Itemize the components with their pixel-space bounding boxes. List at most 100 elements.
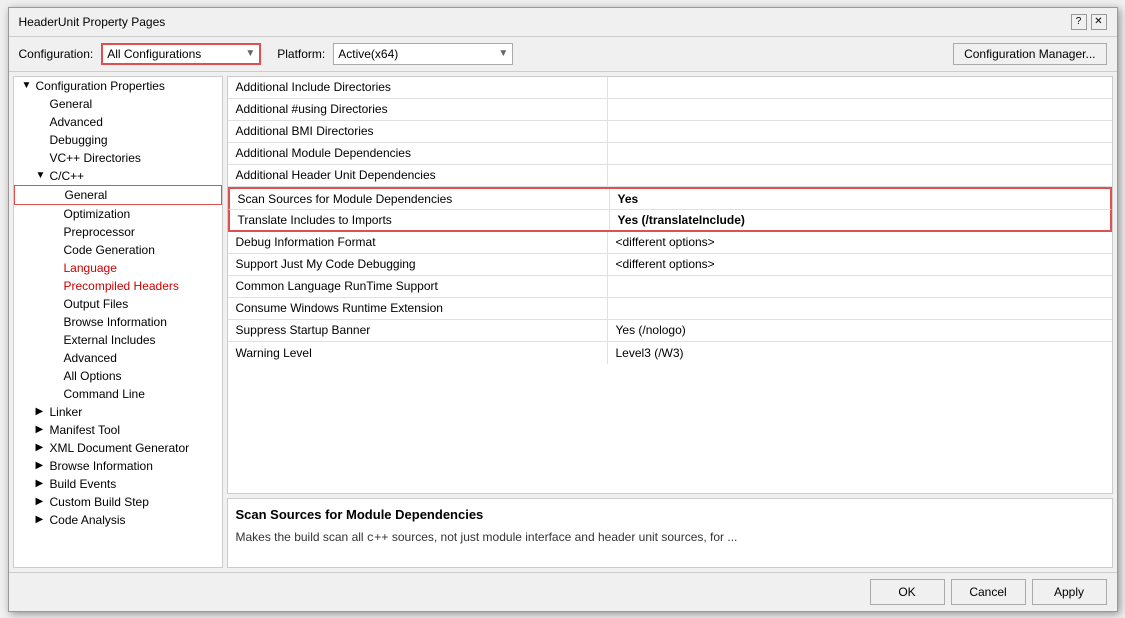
tree-label-cpp-general: General — [65, 188, 108, 202]
prop-row[interactable]: Scan Sources for Module DependenciesYes — [228, 187, 1112, 210]
tree-label-custom-build-step: Custom Build Step — [50, 495, 149, 509]
prop-value — [608, 143, 1112, 164]
tree-panel: ▼Configuration PropertiesGeneralAdvanced… — [13, 76, 223, 568]
prop-name: Additional Include Directories — [228, 77, 608, 98]
platform-dropdown[interactable]: Active(x64) ▼ — [333, 43, 513, 65]
tree-label-all-options: All Options — [64, 369, 122, 383]
title-bar-controls: ? ✕ — [1071, 14, 1107, 30]
prop-name: Suppress Startup Banner — [228, 320, 608, 341]
prop-value — [608, 99, 1112, 120]
tree-label-build-events: Build Events — [50, 477, 117, 491]
prop-row[interactable]: Additional Header Unit Dependencies — [228, 165, 1112, 187]
prop-value — [608, 77, 1112, 98]
tree-label-advanced2: Advanced — [64, 351, 117, 365]
prop-row[interactable]: Additional Module Dependencies — [228, 143, 1112, 165]
right-panel: Additional Include DirectoriesAdditional… — [227, 76, 1113, 568]
configuration-value: All Configurations — [107, 47, 201, 61]
cancel-button[interactable]: Cancel — [951, 579, 1026, 605]
bottom-bar: OK Cancel Apply — [9, 572, 1117, 611]
tree-arrow-manifest-tool: ▶ — [36, 424, 48, 435]
apply-button[interactable]: Apply — [1032, 579, 1107, 605]
tree-arrow-code-analysis: ▶ — [36, 514, 48, 525]
tree-item-linker[interactable]: ▶Linker — [14, 403, 222, 421]
description-title: Scan Sources for Module Dependencies — [236, 507, 1104, 522]
help-button[interactable]: ? — [1071, 14, 1087, 30]
tree-item-code-analysis[interactable]: ▶Code Analysis — [14, 511, 222, 529]
tree-item-browse-info[interactable]: Browse Information — [14, 313, 222, 331]
tree-item-command-line[interactable]: Command Line — [14, 385, 222, 403]
prop-row[interactable]: Debug Information Format<different optio… — [228, 232, 1112, 254]
config-manager-button[interactable]: Configuration Manager... — [953, 43, 1106, 65]
tree-item-debugging[interactable]: Debugging — [14, 131, 222, 149]
tree-item-optimization[interactable]: Optimization — [14, 205, 222, 223]
tree-item-vc-dirs[interactable]: VC++ Directories — [14, 149, 222, 167]
tree-item-browse-info2[interactable]: ▶Browse Information — [14, 457, 222, 475]
prop-value: <different options> — [608, 254, 1112, 275]
tree-arrow-cpp: ▼ — [36, 170, 48, 181]
prop-name: Additional BMI Directories — [228, 121, 608, 142]
tree-label-advanced: Advanced — [50, 115, 103, 129]
tree-item-advanced[interactable]: Advanced — [14, 113, 222, 131]
tree-item-config-props[interactable]: ▼Configuration Properties — [14, 77, 222, 95]
tree-item-precompiled-headers[interactable]: Precompiled Headers — [14, 277, 222, 295]
prop-row[interactable]: Additional BMI Directories — [228, 121, 1112, 143]
prop-row[interactable]: Additional Include Directories — [228, 77, 1112, 99]
prop-value — [608, 276, 1112, 297]
dialog-title: HeaderUnit Property Pages — [19, 15, 166, 29]
configuration-label: Configuration: — [19, 47, 94, 61]
prop-row[interactable]: Translate Includes to ImportsYes (/trans… — [228, 210, 1112, 232]
prop-name: Debug Information Format — [228, 232, 608, 253]
prop-value: Yes (/translateInclude) — [610, 210, 1110, 230]
description-text: Makes the build scan all c++ sources, no… — [236, 528, 1104, 547]
tree-label-code-analysis: Code Analysis — [50, 513, 126, 527]
tree-item-cpp[interactable]: ▼C/C++ — [14, 167, 222, 185]
prop-row[interactable]: Common Language RunTime Support — [228, 276, 1112, 298]
prop-row[interactable]: Additional #using Directories — [228, 99, 1112, 121]
prop-row[interactable]: Warning LevelLevel3 (/W3) — [228, 342, 1112, 364]
prop-row[interactable]: Suppress Startup BannerYes (/nologo) — [228, 320, 1112, 342]
properties-table: Additional Include DirectoriesAdditional… — [227, 76, 1113, 494]
prop-value: Level3 (/W3) — [608, 342, 1112, 364]
tree-item-external-includes[interactable]: External Includes — [14, 331, 222, 349]
prop-name: Translate Includes to Imports — [230, 210, 610, 230]
tree-item-manifest-tool[interactable]: ▶Manifest Tool — [14, 421, 222, 439]
tree-item-general[interactable]: General — [14, 95, 222, 113]
tree-arrow-browse-info2: ▶ — [36, 460, 48, 471]
description-panel: Scan Sources for Module Dependencies Mak… — [227, 498, 1113, 568]
tree-label-config-props: Configuration Properties — [36, 79, 165, 93]
prop-name: Warning Level — [228, 342, 608, 364]
tree-label-command-line: Command Line — [64, 387, 145, 401]
tree-item-build-events[interactable]: ▶Build Events — [14, 475, 222, 493]
tree-label-general: General — [50, 97, 93, 111]
tree-label-output-files: Output Files — [64, 297, 129, 311]
ok-button[interactable]: OK — [870, 579, 945, 605]
platform-value: Active(x64) — [338, 47, 398, 61]
tree-label-preprocessor: Preprocessor — [64, 225, 135, 239]
tree-label-browse-info: Browse Information — [64, 315, 167, 329]
close-button[interactable]: ✕ — [1091, 14, 1107, 30]
prop-row[interactable]: Support Just My Code Debugging<different… — [228, 254, 1112, 276]
platform-label: Platform: — [277, 47, 325, 61]
tree-item-advanced2[interactable]: Advanced — [14, 349, 222, 367]
tree-label-linker: Linker — [50, 405, 83, 419]
tree-item-xml-doc-gen[interactable]: ▶XML Document Generator — [14, 439, 222, 457]
tree-item-language[interactable]: Language — [14, 259, 222, 277]
configuration-dropdown[interactable]: All Configurations ▼ — [101, 43, 261, 65]
prop-value: Yes — [610, 189, 1110, 209]
prop-name: Additional Header Unit Dependencies — [228, 165, 608, 186]
tree-item-cpp-general[interactable]: General — [14, 185, 222, 205]
tree-item-code-generation[interactable]: Code Generation — [14, 241, 222, 259]
prop-row[interactable]: Consume Windows Runtime Extension — [228, 298, 1112, 320]
tree-arrow-xml-doc-gen: ▶ — [36, 442, 48, 453]
tree-item-custom-build-step[interactable]: ▶Custom Build Step — [14, 493, 222, 511]
prop-value — [608, 121, 1112, 142]
tree-label-optimization: Optimization — [64, 207, 131, 221]
tree-label-precompiled-headers: Precompiled Headers — [64, 279, 179, 293]
tree-item-all-options[interactable]: All Options — [14, 367, 222, 385]
prop-name: Common Language RunTime Support — [228, 276, 608, 297]
prop-value: Yes (/nologo) — [608, 320, 1112, 341]
tree-item-output-files[interactable]: Output Files — [14, 295, 222, 313]
tree-arrow-build-events: ▶ — [36, 478, 48, 489]
tree-arrow-custom-build-step: ▶ — [36, 496, 48, 507]
tree-item-preprocessor[interactable]: Preprocessor — [14, 223, 222, 241]
